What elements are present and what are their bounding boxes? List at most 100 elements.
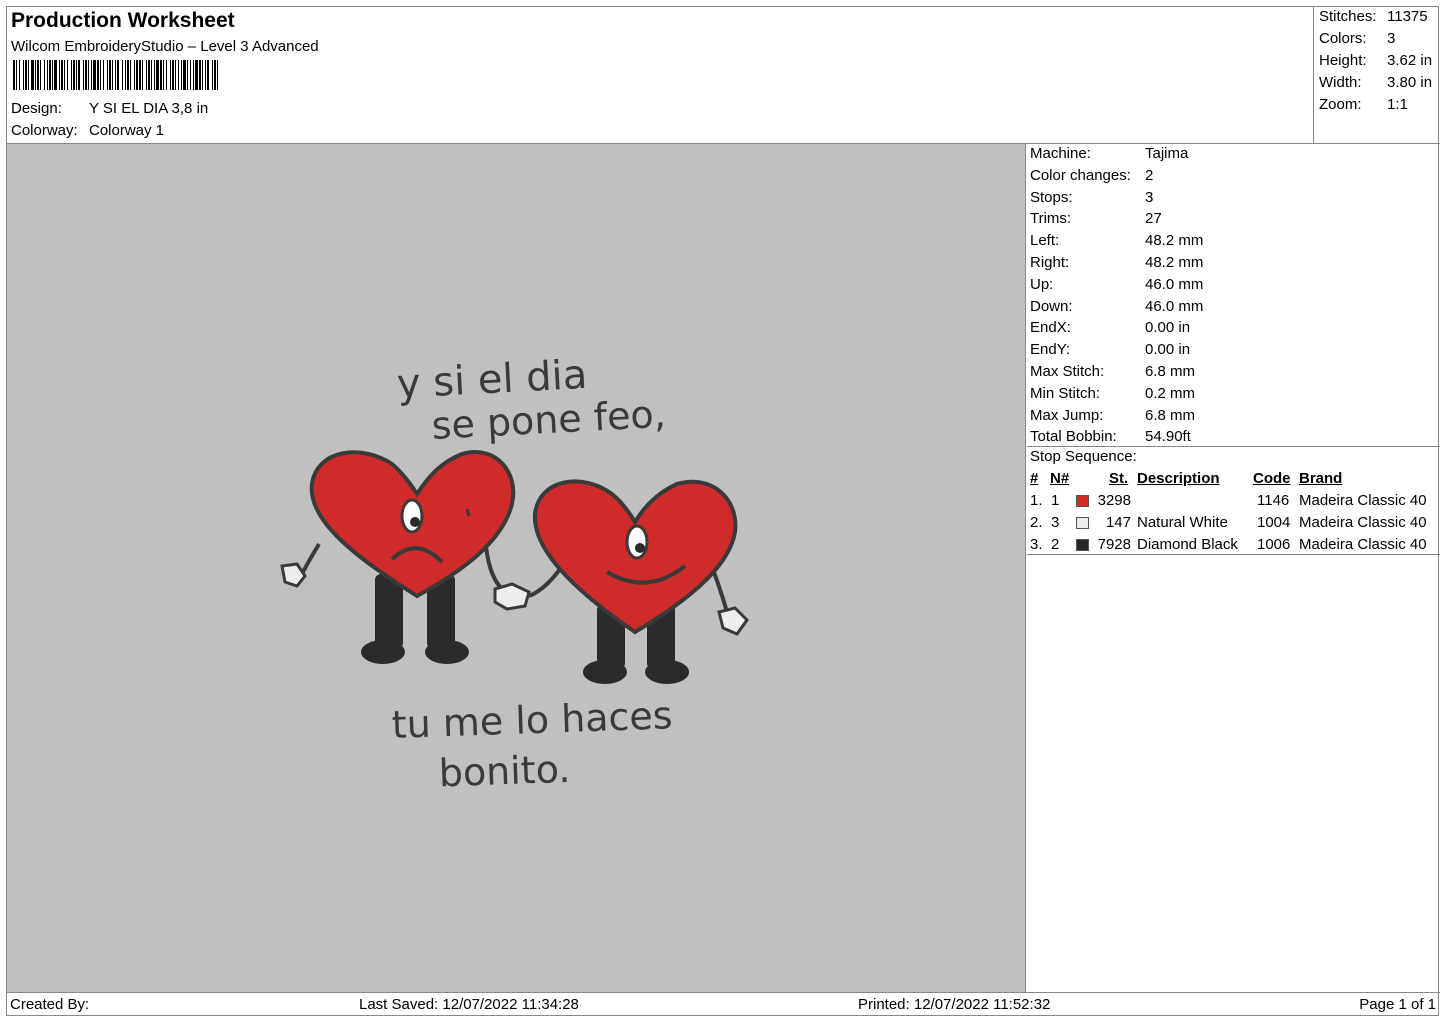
barcode-bar — [76, 60, 77, 90]
barcode-bar — [205, 60, 206, 90]
thread-code: 1004 — [1257, 514, 1291, 531]
barcode-bar — [142, 60, 143, 90]
barcode-bar — [122, 60, 123, 90]
info-value: 54.90ft — [1145, 428, 1191, 446]
barcode — [13, 60, 218, 90]
barcode-bar — [88, 60, 89, 90]
info-row: Max Jump: 6.8 mm — [1030, 407, 1195, 424]
barcode-bar — [61, 60, 63, 90]
barcode-bar — [202, 60, 203, 90]
barcode-bar — [139, 60, 141, 90]
stat-height: Height: 3.62 in — [1319, 52, 1432, 69]
worksheet-frame: Production Worksheet Wilcom EmbroiderySt… — [6, 6, 1440, 1016]
barcode-bar — [35, 60, 36, 90]
barcode-bar — [52, 60, 53, 90]
colorway-value: Colorway 1 — [89, 122, 165, 139]
info-value: 48.2 mm — [1145, 232, 1204, 250]
barcode-bar — [54, 60, 57, 90]
info-row: EndX: 0.00 in — [1030, 319, 1190, 336]
design-text-line3: tu me lo haces — [391, 693, 673, 747]
happy-heart-character — [528, 479, 749, 684]
col-header-brand: Brand — [1299, 470, 1343, 487]
pupil — [635, 543, 645, 553]
right-hand — [717, 606, 749, 636]
barcode-bar — [103, 60, 104, 90]
info-label: Down: — [1030, 297, 1073, 315]
info-value: 46.0 mm — [1145, 297, 1204, 315]
stat-stitches: Stitches: 11375 — [1319, 8, 1428, 25]
thread-description: Diamond Black — [1137, 536, 1238, 553]
right-foot — [425, 640, 469, 664]
barcode-bar — [154, 60, 155, 90]
stat-label: Colors: — [1319, 30, 1367, 47]
barcode-bar — [160, 60, 162, 90]
barcode-bar — [199, 60, 201, 90]
info-label: Machine: — [1030, 145, 1091, 162]
barcode-bar — [13, 60, 15, 90]
stat-value: 3.80 in — [1387, 74, 1433, 91]
barcode-bar — [193, 60, 194, 90]
eye — [625, 524, 649, 560]
barcode-bar — [214, 60, 216, 90]
col-header-n: N# — [1050, 470, 1070, 487]
barcode-bar — [148, 60, 150, 90]
barcode-bar — [151, 60, 152, 90]
barcode-bar — [59, 60, 60, 90]
barcode-bar — [64, 60, 65, 90]
barcode-bar — [71, 60, 72, 90]
stat-value: 3.62 in — [1387, 52, 1433, 69]
info-row: Stops: 3 — [1030, 189, 1153, 206]
barcode-bar — [91, 60, 92, 90]
design-preview: y si el dia se pone feo, tu me lo haces … — [7, 144, 1026, 993]
barcode-bar — [136, 60, 138, 90]
barcode-bar — [78, 60, 80, 90]
colorway-label: Colorway: — [11, 122, 78, 139]
row-index: 1. — [1030, 492, 1043, 509]
info-value: 2 — [1145, 166, 1154, 184]
info-value: 0.2 mm — [1145, 384, 1196, 402]
thread-brand: Madeira Classic 40 — [1299, 514, 1427, 531]
barcode-bar — [85, 60, 87, 90]
info-value: 0.00 in — [1145, 341, 1191, 359]
embroidery-design: y si el dia se pone feo, tu me lo haces … — [280, 352, 749, 795]
stitch-count: 3298 — [1097, 492, 1131, 509]
barcode-bar — [25, 60, 27, 90]
info-label: Trims: — [1030, 210, 1072, 228]
barcode-bar — [97, 60, 99, 90]
barcode-bar — [183, 60, 186, 90]
info-label: Max Jump: — [1030, 406, 1104, 424]
barcode-bar — [115, 60, 116, 90]
info-row: Left: 48.2 mm — [1030, 232, 1203, 249]
stats-box: Stitches: 11375 Colors: 3 Height: 3.62 in W… — [1313, 7, 1440, 143]
info-label: Up: — [1030, 275, 1054, 293]
needle-number: 1 — [1051, 492, 1060, 509]
left-foot — [583, 660, 627, 684]
barcode-bar — [163, 60, 164, 90]
stat-value: 1:1 — [1387, 96, 1408, 113]
info-label: Total Bobbin: — [1030, 428, 1117, 446]
barcode-bar — [172, 60, 174, 90]
info-label: Color changes: — [1030, 166, 1131, 184]
page-number: Page 1 of 1 — [1359, 996, 1436, 1013]
info-row: Down: 46.0 mm — [1030, 298, 1203, 315]
barcode-bar — [178, 60, 179, 90]
barcode-bar — [190, 60, 191, 90]
info-label: EndY: — [1030, 341, 1071, 359]
barcode-bar — [166, 60, 167, 90]
info-value: 3 — [1145, 188, 1154, 206]
info-value: 6.8 mm — [1145, 406, 1196, 424]
info-value: 0.00 in — [1145, 319, 1191, 337]
held-hands — [493, 582, 531, 611]
info-row: EndY: 0.00 in — [1030, 341, 1190, 358]
barcode-bar — [47, 60, 48, 90]
info-value: 48.2 mm — [1145, 254, 1204, 271]
printed-date: Printed: 12/07/2022 11:52:32 — [858, 996, 1051, 1013]
barcode-bar — [40, 60, 41, 90]
info-value: 27 — [1145, 210, 1162, 228]
created-by: Created By: — [10, 996, 90, 1013]
info-value: 46.0 mm — [1145, 275, 1204, 293]
pupil — [410, 517, 420, 527]
stat-value: 11375 — [1387, 8, 1428, 25]
barcode-bar — [49, 60, 51, 90]
stat-zoom: Zoom: 1:1 — [1319, 96, 1408, 113]
